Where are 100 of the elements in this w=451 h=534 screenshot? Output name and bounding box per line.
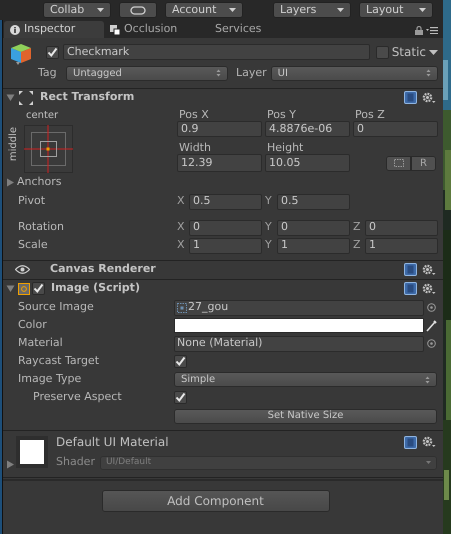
field-label: Height	[266, 140, 304, 154]
eyedropper-icon[interactable]	[426, 320, 436, 332]
axis-label: X	[177, 219, 186, 236]
caret-icon	[419, 8, 426, 12]
foldout-arrow-icon[interactable]	[6, 284, 15, 293]
checkbox[interactable]	[174, 391, 187, 404]
settings-icon[interactable]	[422, 436, 436, 448]
tab[interactable]: Services	[209, 21, 314, 38]
object-picker-icon[interactable]	[426, 303, 436, 312]
help-icon[interactable]	[404, 263, 417, 276]
input-field[interactable]: 1	[277, 238, 350, 254]
lock-icon[interactable]	[415, 26, 423, 35]
property-label: Color	[18, 317, 48, 334]
gameobject-icon	[10, 43, 32, 67]
enabled-checkbox[interactable]	[32, 282, 45, 295]
tag-label: Tag	[38, 65, 58, 81]
object-field[interactable]: 27_gou	[174, 300, 424, 316]
field-label: Width	[178, 140, 212, 154]
dotted-rectangle-icon	[394, 159, 404, 168]
axis-label: Y	[265, 219, 273, 236]
toolbar-dropdown[interactable]: Account	[165, 2, 243, 18]
input-field[interactable]: 0	[353, 121, 438, 137]
caret-icon	[229, 8, 236, 12]
raw-edit-button[interactable]: R	[411, 156, 436, 171]
help-icon[interactable]	[404, 282, 417, 295]
axis-label: Z	[353, 219, 362, 236]
settings-icon[interactable]	[422, 282, 436, 294]
component-title: Canvas Renderer	[50, 261, 156, 278]
layer-label: Layer	[236, 65, 267, 81]
input-field[interactable]: 1	[365, 238, 438, 254]
blueprint-button[interactable]	[386, 156, 411, 171]
settings-icon[interactable]	[422, 264, 436, 276]
layer-dropdown[interactable]: UI	[270, 66, 438, 81]
tab[interactable]: Occlusion	[104, 21, 209, 38]
property-label: Image Type	[18, 371, 82, 388]
toolbar-dropdown[interactable]: Collab	[43, 2, 111, 18]
object-picker-icon[interactable]	[426, 339, 436, 348]
caret-icon[interactable]	[429, 50, 438, 54]
foldout-label[interactable]: Anchors	[17, 174, 62, 190]
anchor-horizontal-label: center	[25, 108, 60, 122]
anchor-preset-button[interactable]	[24, 124, 73, 172]
input-field[interactable]: 0	[189, 220, 262, 236]
object-field[interactable]: None (Material)	[174, 336, 424, 352]
input-field[interactable]: 10.05	[265, 154, 350, 172]
checkbox[interactable]	[174, 355, 187, 368]
caret-icon	[426, 461, 431, 464]
property-label: Scale	[18, 237, 49, 254]
anchor-vertical-label: middle	[7, 126, 20, 161]
axis-label: X	[177, 193, 186, 210]
settings-icon[interactable]	[422, 92, 436, 104]
property-label: Source Image	[18, 299, 95, 316]
dropdown[interactable]: Simple	[174, 372, 437, 387]
input-field[interactable]: 4.8876e-06	[265, 121, 350, 137]
input-field[interactable]: 0	[365, 220, 438, 236]
input-field[interactable]: 0.5	[189, 194, 262, 210]
toolbar-dropdown[interactable]: Layout	[359, 2, 433, 18]
input-field[interactable]: 0	[277, 220, 350, 236]
set-native-size-button[interactable]: Set Native Size	[174, 408, 437, 424]
eye-icon	[15, 265, 30, 274]
toolbar-dropdown[interactable]: Layers	[273, 2, 351, 18]
field-label: Pos X	[178, 106, 210, 120]
menu-icon[interactable]	[426, 27, 438, 34]
active-checkbox[interactable]	[46, 46, 59, 58]
component-title: Image (Script)	[51, 280, 140, 296]
add-component-button[interactable]: Add Component	[102, 490, 330, 512]
input-field[interactable]: 1	[189, 238, 262, 254]
field-label: Pos Y	[266, 106, 297, 120]
image-component-icon	[18, 282, 30, 294]
foldout-arrow-icon[interactable]	[6, 460, 15, 468]
help-icon[interactable]	[404, 436, 417, 449]
updown-arrows-icon	[216, 69, 221, 78]
occlusion-icon	[110, 24, 120, 34]
component-title: Rect Transform	[40, 89, 134, 106]
input-field[interactable]: 0.5	[277, 194, 350, 210]
help-icon[interactable]	[404, 91, 417, 104]
property-label: Preserve Aspect	[32, 389, 123, 406]
cloud-button[interactable]	[119, 2, 157, 18]
sprite-icon	[177, 302, 187, 312]
foldout-arrow-icon[interactable]	[6, 178, 15, 186]
anchor-arrows-icon	[18, 90, 34, 106]
tag-dropdown[interactable]: Untagged	[66, 66, 228, 81]
input-field[interactable]: 0.9	[177, 121, 262, 137]
material-name: Default UI Material	[56, 434, 169, 452]
info-icon	[10, 24, 20, 34]
updown-arrows-icon	[425, 376, 430, 384]
foldout-arrow-icon[interactable]	[6, 93, 15, 102]
field-label: Pos Z	[354, 106, 386, 120]
property-label: Raycast Target	[18, 353, 100, 370]
property-label: Material	[18, 335, 64, 352]
color-swatch[interactable]	[174, 318, 424, 333]
material-preview	[16, 436, 48, 468]
name-field[interactable]: Checkmark	[63, 44, 370, 60]
input-field[interactable]: 12.39	[177, 154, 262, 172]
property-label: Pivot	[18, 193, 46, 210]
axis-label: Y	[265, 193, 273, 210]
caret-icon	[97, 8, 104, 12]
static-checkbox[interactable]	[376, 46, 389, 58]
tab[interactable]: Inspector	[4, 21, 104, 38]
caret-icon	[337, 8, 344, 12]
axis-label: Z	[353, 237, 362, 254]
